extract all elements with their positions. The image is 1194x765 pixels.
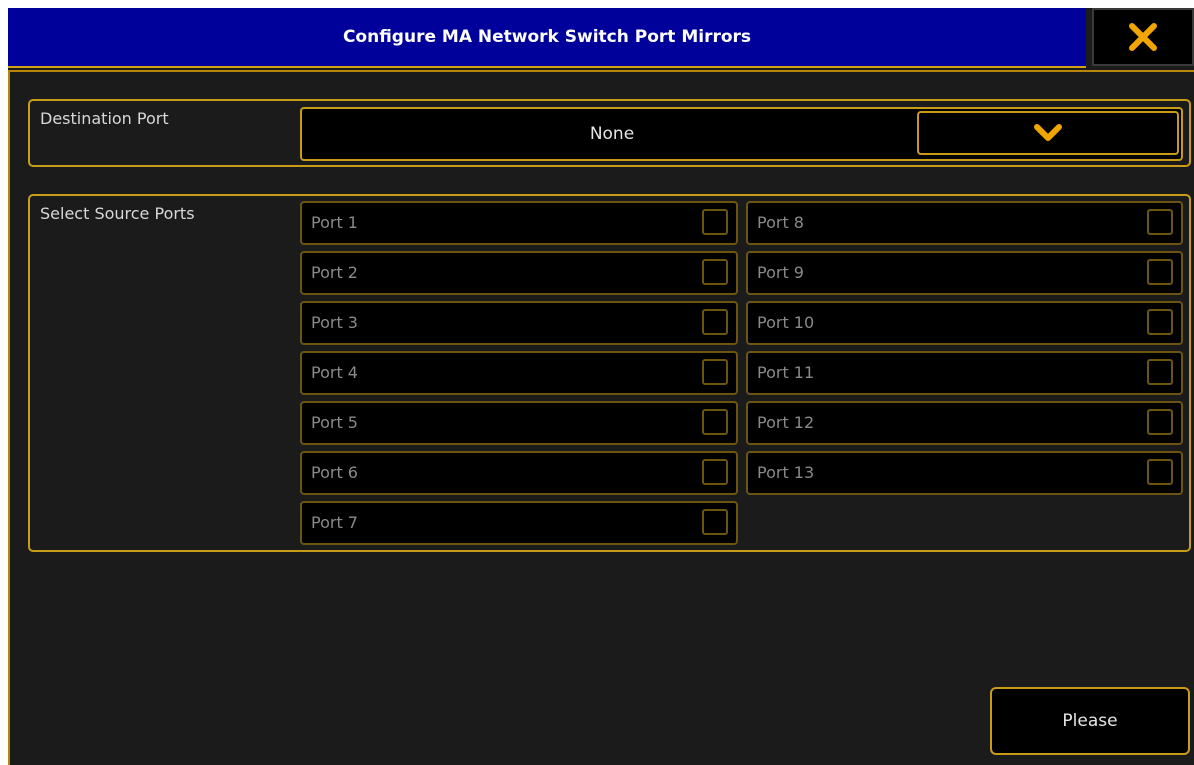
dialog-window: Configure MA Network Switch Port Mirrors… <box>8 8 1194 765</box>
port-label: Port 7 <box>311 513 358 532</box>
port-label: Port 2 <box>311 263 358 282</box>
port-4-toggle[interactable]: Port 4 <box>300 351 738 395</box>
port-2-checkbox[interactable] <box>702 259 728 285</box>
port-11-toggle[interactable]: Port 11 <box>746 351 1183 395</box>
port-label: Port 9 <box>757 263 804 282</box>
port-8-toggle[interactable]: Port 8 <box>746 201 1183 245</box>
please-button[interactable]: Please <box>990 687 1190 755</box>
port-label: Port 8 <box>757 213 804 232</box>
port-13-checkbox[interactable] <box>1147 459 1173 485</box>
destination-dropdown-button[interactable] <box>917 111 1179 155</box>
port-12-checkbox[interactable] <box>1147 409 1173 435</box>
port-3-toggle[interactable]: Port 3 <box>300 301 738 345</box>
port-10-checkbox[interactable] <box>1147 309 1173 335</box>
port-12-toggle[interactable]: Port 12 <box>746 401 1183 445</box>
port-1-toggle[interactable]: Port 1 <box>300 201 738 245</box>
port-9-toggle[interactable]: Port 9 <box>746 251 1183 295</box>
destination-port-select[interactable]: None <box>300 107 1183 161</box>
port-7-toggle[interactable]: Port 7 <box>300 501 738 545</box>
port-3-checkbox[interactable] <box>702 309 728 335</box>
port-label: Port 1 <box>311 213 358 232</box>
source-ports-label: Select Source Ports <box>40 204 195 223</box>
port-label: Port 11 <box>757 363 815 382</box>
port-8-checkbox[interactable] <box>1147 209 1173 235</box>
port-2-toggle[interactable]: Port 2 <box>300 251 738 295</box>
port-11-checkbox[interactable] <box>1147 359 1173 385</box>
destination-port-value: None <box>589 124 635 144</box>
port-10-toggle[interactable]: Port 10 <box>746 301 1183 345</box>
close-x-icon <box>1129 23 1157 51</box>
port-label: Port 6 <box>311 463 358 482</box>
port-5-toggle[interactable]: Port 5 <box>300 401 738 445</box>
chevron-down-icon <box>1034 124 1062 141</box>
port-13-toggle[interactable]: Port 13 <box>746 451 1183 495</box>
port-label: Port 10 <box>757 313 815 332</box>
port-label: Port 12 <box>757 413 815 432</box>
source-ports-group: Select Source Ports Port 1 Port 2 Port 3… <box>28 194 1191 552</box>
port-6-checkbox[interactable] <box>702 459 728 485</box>
destination-port-label: Destination Port <box>40 109 169 128</box>
dialog-title: Configure MA Network Switch Port Mirrors <box>342 27 752 47</box>
dialog-body: Destination Port None Select Source Port… <box>8 70 1194 765</box>
title-bar: Configure MA Network Switch Port Mirrors <box>8 8 1086 68</box>
port-label: Port 3 <box>311 313 358 332</box>
port-9-checkbox[interactable] <box>1147 259 1173 285</box>
port-label: Port 5 <box>311 413 358 432</box>
close-button[interactable] <box>1092 8 1194 66</box>
port-4-checkbox[interactable] <box>702 359 728 385</box>
port-5-checkbox[interactable] <box>702 409 728 435</box>
port-7-checkbox[interactable] <box>702 509 728 535</box>
port-label: Port 13 <box>757 463 815 482</box>
port-label: Port 4 <box>311 363 358 382</box>
port-1-checkbox[interactable] <box>702 209 728 235</box>
port-6-toggle[interactable]: Port 6 <box>300 451 738 495</box>
destination-port-group: Destination Port None <box>28 99 1191 167</box>
